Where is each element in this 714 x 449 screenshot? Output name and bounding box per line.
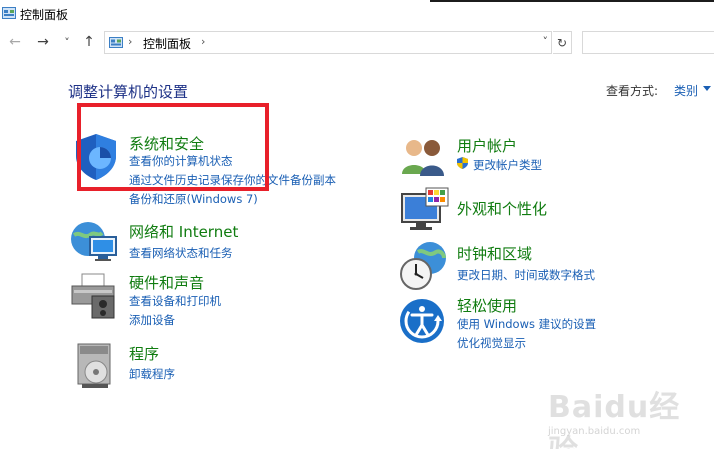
link-change-account-type[interactable]: 更改帐户类型: [473, 157, 542, 173]
highlight-annotation: [77, 103, 269, 191]
watermark-text: Baidu经验: [548, 390, 681, 449]
recent-locations-button[interactable]: ˅: [60, 32, 74, 52]
category-hardware-sound[interactable]: 硬件和声音: [129, 272, 204, 293]
network-globe-icon[interactable]: [68, 217, 120, 269]
navigation-bar: ← → ˅ ↑ › 控制面板 › ˅ ↻: [0, 26, 714, 58]
up-button[interactable]: ↑: [80, 32, 98, 52]
forward-button[interactable]: →: [34, 32, 52, 52]
view-by-label: 查看方式:: [606, 84, 659, 98]
category-network-internet[interactable]: 网络和 Internet: [129, 221, 238, 242]
refresh-button[interactable]: ↻: [553, 31, 572, 54]
category-clock-region[interactable]: 时钟和区域: [457, 243, 532, 264]
refresh-icon: ↻: [556, 35, 568, 50]
category-user-accounts[interactable]: 用户帐户: [457, 135, 517, 156]
link-view-network-status[interactable]: 查看网络状态和任务: [129, 245, 233, 261]
programs-disc-icon[interactable]: [70, 340, 122, 392]
category-appearance-personalization[interactable]: 外观和个性化: [457, 198, 547, 219]
watermark-subtext: jingyan.baidu.com: [548, 426, 641, 437]
link-view-devices-printers[interactable]: 查看设备和打印机: [129, 293, 221, 309]
view-by-dropdown[interactable]: 类别: [674, 82, 698, 99]
chevron-down-icon[interactable]: [703, 86, 711, 91]
category-programs[interactable]: 程序: [129, 343, 159, 364]
window-title: 控制面板: [20, 8, 69, 22]
breadcrumb-control-panel[interactable]: 控制面板: [143, 35, 191, 52]
uac-shield-icon: [457, 157, 468, 169]
search-input[interactable]: [582, 31, 714, 54]
link-optimize-visual-display[interactable]: 优化视觉显示: [457, 335, 526, 351]
printer-icon[interactable]: [68, 270, 120, 322]
title-bar-edge: [430, 0, 714, 2]
users-icon[interactable]: [398, 130, 450, 182]
link-add-device[interactable]: 添加设备: [129, 312, 175, 328]
address-bar[interactable]: › 控制面板 › ˅: [104, 31, 552, 54]
forward-arrow-icon: →: [37, 34, 49, 50]
link-use-recommended-settings[interactable]: 使用 Windows 建议的设置: [457, 316, 596, 332]
back-button[interactable]: ←: [6, 32, 24, 52]
watermark: Baidu经验 jingyan.baidu.com: [548, 380, 708, 449]
chevron-down-icon: ˅: [64, 35, 70, 49]
page-title: 调整计算机的设置: [68, 83, 189, 101]
breadcrumb-chevron-icon[interactable]: ›: [128, 35, 132, 48]
link-backup-restore[interactable]: 备份和还原(Windows 7): [129, 191, 258, 207]
clock-globe-icon[interactable]: [398, 240, 450, 292]
control-panel-icon: [2, 7, 16, 19]
address-dropdown-icon[interactable]: ˅: [543, 35, 549, 48]
monitor-palette-icon[interactable]: [398, 186, 450, 238]
back-arrow-icon: ←: [9, 34, 21, 50]
up-arrow-icon: ↑: [83, 34, 95, 50]
ease-of-access-icon[interactable]: [398, 295, 450, 347]
control-panel-icon: [109, 37, 123, 48]
breadcrumb-chevron-icon[interactable]: ›: [201, 35, 205, 48]
link-change-date-time-format[interactable]: 更改日期、时间或数字格式: [457, 267, 595, 283]
category-ease-of-access[interactable]: 轻松使用: [457, 295, 517, 316]
title-bar: 控制面板: [0, 0, 714, 26]
link-uninstall-program[interactable]: 卸载程序: [129, 366, 175, 382]
